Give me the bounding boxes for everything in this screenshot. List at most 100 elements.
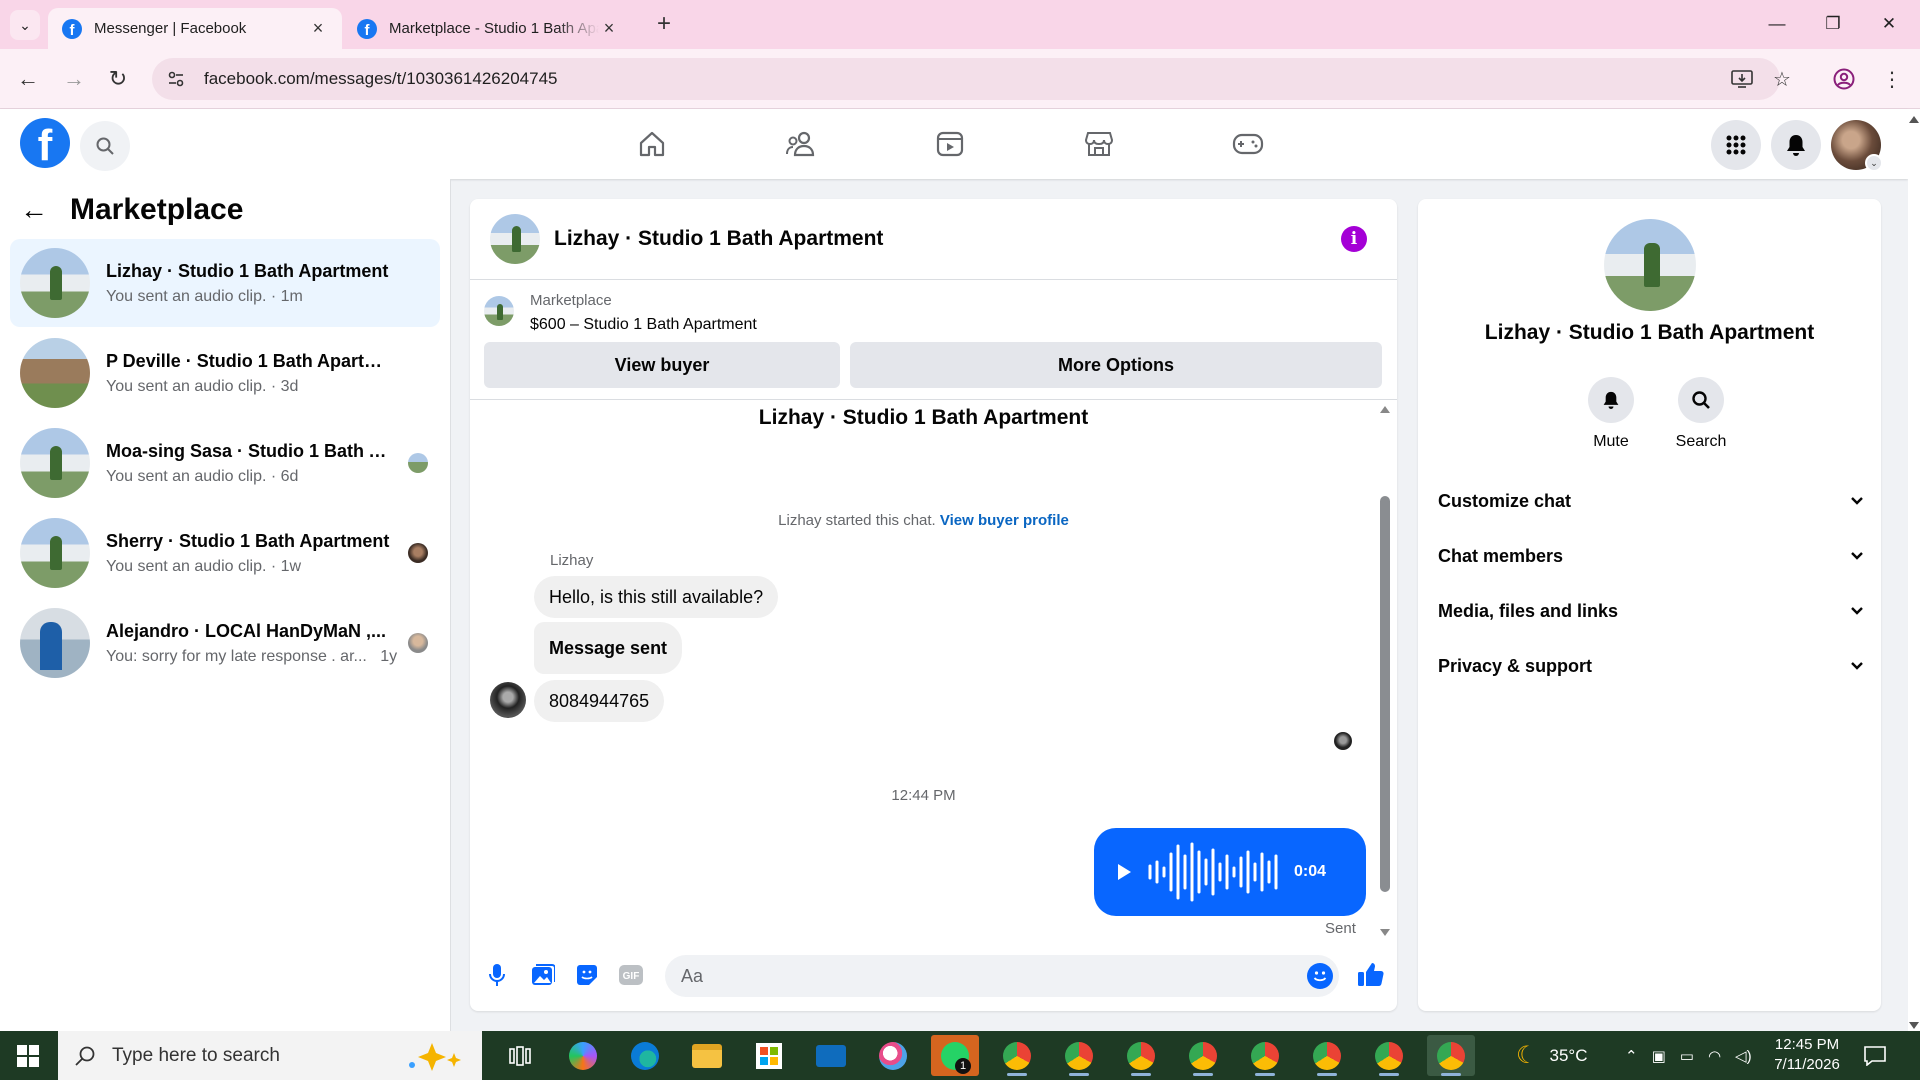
notifications-button[interactable] xyxy=(1771,120,1821,170)
media-files-links-section[interactable]: Media, files and links xyxy=(1438,591,1864,631)
paint-app[interactable] xyxy=(869,1035,917,1076)
more-options-button[interactable]: More Options xyxy=(850,342,1382,388)
chat-item-sherry[interactable]: Sherry · Studio 1 Bath Apartment You sen… xyxy=(10,509,440,597)
facebook-search-button[interactable] xyxy=(80,121,130,171)
nav-video[interactable] xyxy=(920,119,980,169)
site-info-icon[interactable] xyxy=(166,69,186,89)
chat-item-moa-sing-sasa[interactable]: Moa-sing Sasa · Studio 1 Bath A... You s… xyxy=(10,419,440,507)
page-scrollbar[interactable] xyxy=(1908,109,1920,1031)
whatsapp-app[interactable]: 1 xyxy=(931,1035,979,1076)
chrome-profile-app[interactable] xyxy=(1365,1035,1413,1076)
nav-home[interactable] xyxy=(622,119,682,169)
close-tab-icon[interactable]: × xyxy=(308,18,328,39)
attach-photo-button[interactable] xyxy=(528,960,558,990)
taskbar-clock[interactable]: 12:45 PM 7/11/2026 xyxy=(1752,1035,1862,1075)
back-arrow-icon[interactable]: ← xyxy=(20,194,48,226)
microsoft-store-app[interactable] xyxy=(745,1035,793,1076)
listing-thumbnail[interactable] xyxy=(1604,219,1696,311)
scroll-down-arrow-icon[interactable] xyxy=(1909,1022,1919,1029)
audio-message[interactable]: 0:04 xyxy=(1094,828,1366,916)
chrome-profile-app[interactable] xyxy=(1117,1035,1165,1076)
chrome-profile-app[interactable] xyxy=(1055,1035,1103,1076)
sticker-button[interactable] xyxy=(572,960,602,990)
profile-icon[interactable] xyxy=(1828,63,1860,95)
minimize-button[interactable]: — xyxy=(1754,6,1800,42)
thread-scrollbar[interactable] xyxy=(1379,406,1391,936)
back-button[interactable]: ← xyxy=(12,63,44,95)
sender-avatar[interactable] xyxy=(490,682,526,718)
scroll-down-arrow-icon[interactable] xyxy=(1380,929,1390,936)
reload-button[interactable]: ↻ xyxy=(102,63,134,95)
tab-marketplace[interactable]: f Marketplace - Studio 1 Bath Apartment … xyxy=(343,8,633,49)
restore-button[interactable]: ❐ xyxy=(1810,6,1856,42)
file-explorer-app[interactable] xyxy=(683,1035,731,1076)
listing-thumbnail[interactable] xyxy=(484,296,514,326)
chrome-profile-app[interactable] xyxy=(1179,1035,1227,1076)
start-button[interactable] xyxy=(0,1031,56,1080)
taskbar-search-box[interactable]: Type here to search xyxy=(58,1031,482,1080)
nav-marketplace[interactable] xyxy=(1069,119,1129,169)
chat-item-alejandro[interactable]: Alejandro · LOCAl HanDyMaN ,... You: sor… xyxy=(10,599,440,687)
mail-app[interactable] xyxy=(807,1035,855,1076)
install-app-icon[interactable] xyxy=(1726,63,1758,95)
facebook-logo[interactable]: f xyxy=(20,118,70,168)
mute-action[interactable]: Mute xyxy=(1571,377,1651,451)
scrollbar-thumb[interactable] xyxy=(1380,496,1390,892)
forward-button[interactable]: → xyxy=(58,63,90,95)
gif-button[interactable]: GIF xyxy=(616,960,646,990)
message-input-box[interactable] xyxy=(665,955,1339,997)
chevron-up-icon[interactable]: ⌃ xyxy=(1625,1047,1638,1065)
chrome-profile-app[interactable] xyxy=(1303,1035,1351,1076)
close-window-button[interactable]: ✕ xyxy=(1866,6,1912,42)
message-bubble[interactable]: Hello, is this still available? xyxy=(534,576,779,618)
listing-thumbnail[interactable] xyxy=(490,214,540,264)
conversation-title[interactable]: Lizhay · Studio 1 Bath Apartment xyxy=(554,227,883,251)
customize-chat-section[interactable]: Customize chat xyxy=(1438,481,1864,521)
chat-members-section[interactable]: Chat members xyxy=(1438,536,1864,576)
nav-gaming[interactable] xyxy=(1218,119,1278,169)
nav-friends[interactable] xyxy=(771,119,831,169)
chrome-profile-app-active[interactable] xyxy=(1427,1035,1475,1076)
chrome-profile-app[interactable] xyxy=(993,1035,1041,1076)
menu-button[interactable] xyxy=(1711,120,1761,170)
scroll-up-arrow-icon[interactable] xyxy=(1380,406,1390,413)
volume-icon[interactable]: ◁) xyxy=(1735,1047,1752,1065)
wifi-icon[interactable]: ◠ xyxy=(1708,1047,1721,1065)
like-button[interactable] xyxy=(1354,957,1388,991)
chat-item-p-deville[interactable]: P Deville · Studio 1 Bath Apartment You … xyxy=(10,329,440,417)
search-action[interactable]: Search xyxy=(1661,377,1741,451)
view-buyer-profile-link[interactable]: View buyer profile xyxy=(940,512,1069,529)
info-icon[interactable]: i xyxy=(1341,226,1367,252)
scroll-up-arrow-icon[interactable] xyxy=(1909,116,1919,123)
copilot-app[interactable] xyxy=(559,1035,607,1076)
message-input[interactable] xyxy=(681,965,1241,987)
battery-icon[interactable]: ▭ xyxy=(1680,1047,1694,1065)
listing-price-title[interactable]: $600 – Studio 1 Bath Apartment xyxy=(530,316,757,334)
bell-icon[interactable] xyxy=(1588,377,1634,423)
chat-name: Moa-sing Sasa · Studio 1 Bath A... xyxy=(106,440,396,461)
chrome-profile-app[interactable] xyxy=(1241,1035,1289,1076)
message-bubble[interactable]: Message sent xyxy=(534,622,683,674)
voice-clip-button[interactable] xyxy=(482,960,512,990)
weather-widget[interactable]: ☾ 35°C xyxy=(1516,1031,1588,1080)
privacy-support-section[interactable]: Privacy & support xyxy=(1438,646,1864,686)
url-omnibox[interactable]: facebook.com/messages/t/1030361426204745 xyxy=(152,58,1780,100)
notification-center-button[interactable] xyxy=(1864,1031,1886,1080)
emoji-icon[interactable] xyxy=(1307,963,1333,989)
view-buyer-button[interactable]: View buyer xyxy=(484,342,840,388)
section-label: Customize chat xyxy=(1438,490,1572,511)
search-icon[interactable] xyxy=(1678,377,1724,423)
task-view-button[interactable] xyxy=(496,1035,544,1076)
meet-now-icon[interactable]: ▣ xyxy=(1652,1047,1666,1065)
bookmark-star-icon[interactable]: ☆ xyxy=(1766,63,1798,95)
message-bubble[interactable]: 8084944765 xyxy=(534,680,665,722)
read-receipt-avatar xyxy=(408,633,428,653)
edge-app[interactable] xyxy=(621,1035,669,1076)
tab-messenger[interactable]: f Messenger | Facebook × xyxy=(48,8,342,49)
new-tab-button[interactable]: + xyxy=(650,10,678,38)
browser-menu-icon[interactable]: ⋮ xyxy=(1876,63,1908,95)
account-avatar[interactable]: ⌄ xyxy=(1831,120,1883,172)
close-tab-icon[interactable]: × xyxy=(599,18,619,39)
chat-item-lizhay[interactable]: Lizhay · Studio 1 Bath Apartment You sen… xyxy=(10,239,440,327)
tab-search-button[interactable]: ⌄ xyxy=(10,10,40,40)
